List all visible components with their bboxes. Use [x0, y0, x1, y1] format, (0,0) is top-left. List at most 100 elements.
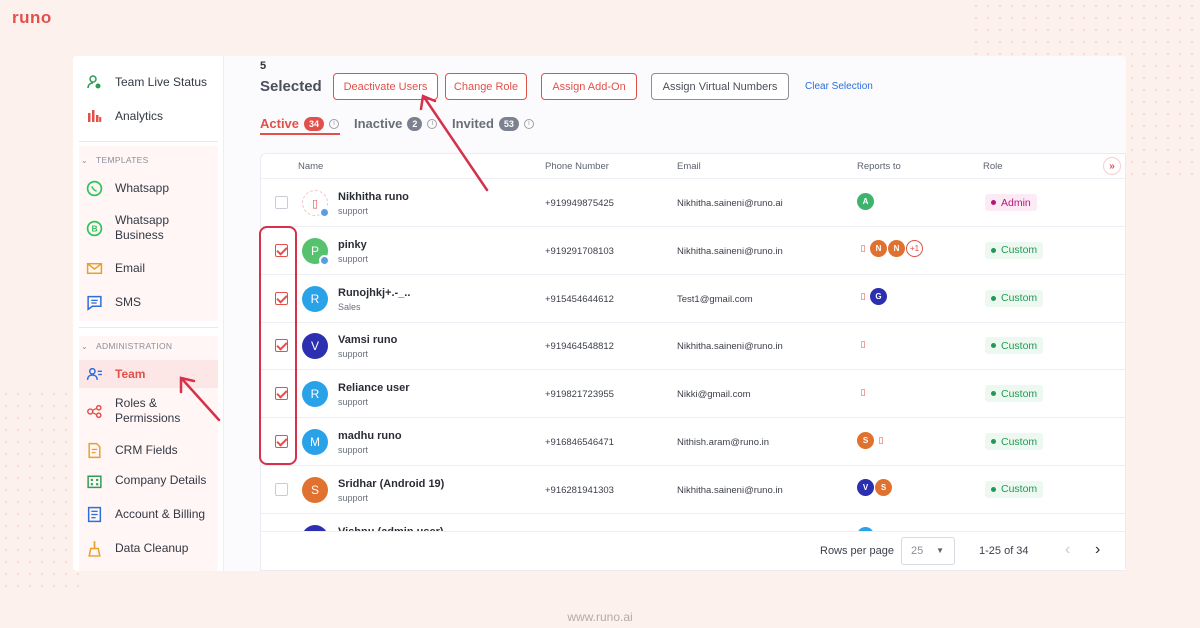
user-name[interactable]: Nikhitha runo: [338, 191, 409, 203]
role-label: Custom: [1001, 339, 1038, 352]
expand-columns-icon[interactable]: »: [1103, 157, 1121, 175]
row-checkbox[interactable]: [275, 482, 288, 496]
user-email: Nikhitha.saineni@runo.in: [677, 245, 783, 257]
row-checkbox[interactable]: [275, 291, 288, 305]
user-phone: +919464548812: [545, 341, 614, 353]
column-header-phone[interactable]: Phone Number: [545, 161, 609, 172]
table-row[interactable]: V Vamsi runo support +919464548812 Nikhitha.…: [261, 322, 1125, 371]
sidebar-item-team-live-status[interactable]: Team Live Status: [79, 70, 218, 94]
status-dot: [991, 295, 996, 301]
sidebar-item-company-details[interactable]: Company Details: [79, 468, 218, 492]
sidebar-item-whatsapp[interactable]: Whatsapp: [79, 176, 218, 200]
main-content: 5 Selected Deactivate Users Change Role …: [224, 56, 1126, 571]
info-icon: i: [427, 118, 438, 129]
table-row[interactable]: Vishnu (admin user): [261, 514, 1125, 531]
reports-to-avatars: A: [857, 191, 875, 211]
table-row[interactable]: R Reliance user support +919821723955 Nikki@…: [261, 370, 1125, 419]
sidebar-item-team[interactable]: Team: [79, 360, 218, 388]
sidebar-item-label: Roles & Permissions: [115, 396, 181, 425]
sidebar-item-analytics[interactable]: Analytics: [79, 104, 218, 128]
bar-chart-icon: [85, 107, 103, 125]
row-checkbox[interactable]: [275, 339, 288, 353]
role-badge: Custom: [985, 241, 1044, 259]
role-badge: Custom: [985, 385, 1044, 403]
user-email: Nikhitha.saineni@runo.ai: [677, 198, 783, 209]
sidebar-item-data-cleanup[interactable]: Data Cleanup: [79, 536, 218, 560]
users-table: Name Phone Number Email Reports to Role …: [260, 153, 1126, 571]
role-label: Custom: [1001, 292, 1038, 305]
sidebar-item-roles-permissions[interactable]: Roles & Permissions: [79, 394, 218, 428]
chevron-down-icon: ▼: [936, 546, 944, 555]
clear-selection-link[interactable]: Clear Selection: [805, 81, 873, 92]
status-dot: [991, 439, 996, 444]
assign-addon-button[interactable]: Assign Add-On: [541, 73, 637, 100]
assign-virtual-numbers-button[interactable]: Assign Virtual Numbers: [651, 73, 789, 100]
user-name[interactable]: Reliance user: [338, 382, 410, 394]
sidebar-section-label: ADMINISTRATION: [96, 341, 173, 351]
sidebar-section-header[interactable]: ⌄ TEMPLATES: [81, 155, 149, 165]
table-row[interactable]: Mmadhu runo support +916846546471 Nithish.a…: [261, 418, 1125, 466]
table-row[interactable]: Ppinky support +919291708103 Nikhitha.saine…: [261, 227, 1125, 275]
next-page-button[interactable]: ›: [1095, 541, 1100, 559]
sidebar-item-whatsapp-business[interactable]: B Whatsapp Business: [79, 211, 218, 245]
sidebar-item-email[interactable]: Email: [79, 256, 218, 280]
info-icon: i: [329, 118, 340, 129]
user-phone: +919949875425: [545, 198, 614, 209]
column-header-email[interactable]: Email: [677, 161, 701, 172]
status-dot: [991, 391, 996, 397]
user-live-icon: [85, 73, 103, 91]
user-name[interactable]: Runojhkj+.-_..: [338, 287, 410, 299]
sidebar-item-sms[interactable]: SMS: [79, 290, 218, 314]
table-row[interactable]: ▯ Nikhitha runo support +919949875425 Nikhit…: [261, 179, 1125, 227]
table-row[interactable]: R Runojhkj+.-_.. Sales +915454644612 Test1@g…: [261, 275, 1125, 323]
tab-active[interactable]: Active 34 i: [260, 116, 340, 131]
row-checkbox[interactable]: [275, 243, 288, 257]
manager-avatar: S: [875, 479, 892, 497]
user-email: Test1@gmail.com: [677, 293, 753, 305]
sidebar-item-label: Whatsapp: [115, 180, 170, 195]
row-checkbox[interactable]: [275, 387, 288, 401]
user-team: Sales: [338, 301, 361, 312]
team-icon: [85, 365, 103, 383]
row-checkbox[interactable]: [275, 196, 288, 209]
sidebar-item-account-billing[interactable]: Account & Billing: [79, 502, 218, 526]
sidebar-item-label: Whatsapp Business: [115, 213, 170, 242]
column-header-role[interactable]: Role: [983, 161, 1003, 172]
status-dot: [991, 343, 996, 349]
manager-avatar: G: [870, 288, 887, 306]
user-name[interactable]: Sridhar (Android 19): [338, 478, 444, 490]
table-body: ▯ Nikhitha runo support +919949875425 Nikhit…: [261, 179, 1125, 531]
decor-dots: [0, 388, 80, 588]
brand-logo: runo: [12, 8, 52, 27]
tab-count-badge: 53: [498, 116, 519, 131]
sidebar-item-crm-fields[interactable]: CRM Fields: [79, 438, 218, 462]
pagination-range: 1-25 of 34: [979, 545, 1029, 557]
reports-to-avatars: S ▯: [857, 430, 888, 450]
rows-per-page-select[interactable]: 25 ▼: [901, 537, 955, 565]
deactivate-users-button[interactable]: Deactivate Users: [333, 73, 438, 100]
tab-invited[interactable]: Invited 53 i: [452, 116, 534, 131]
tab-inactive[interactable]: Inactive 2 i: [354, 116, 438, 131]
row-checkbox[interactable]: [275, 435, 288, 448]
sidebar-section-header[interactable]: ⌄ ADMINISTRATION: [81, 341, 172, 351]
user-name[interactable]: madhu runo: [338, 430, 402, 442]
prev-page-button[interactable]: ‹: [1065, 541, 1070, 559]
sidebar-item-label: SMS: [115, 294, 142, 309]
column-header-name[interactable]: Name: [298, 161, 323, 172]
app-window: Team Live Status Analytics ⌄ TEMPLATES Whats…: [73, 56, 1126, 571]
change-role-button[interactable]: Change Role: [445, 73, 527, 100]
whatsapp-business-icon: B: [85, 219, 103, 237]
user-email: Nikhitha.saineni@runo.in: [677, 484, 783, 496]
table-row[interactable]: S Sridhar (Android 19) support +91628194130…: [261, 466, 1125, 514]
role-badge: Custom: [985, 433, 1044, 450]
user-name[interactable]: pinky: [338, 239, 367, 251]
manager-avatar: N: [870, 240, 887, 258]
user-name[interactable]: Vamsi runo: [338, 334, 397, 346]
crm-fields-icon: [85, 441, 103, 459]
user-team: support: [338, 349, 369, 360]
sidebar-item-label: Account & Billing: [115, 506, 206, 521]
user-email: Nikki@gmail.com: [677, 389, 751, 401]
column-header-reports-to[interactable]: Reports to: [857, 161, 901, 172]
active-tab-indicator: [260, 133, 340, 135]
role-badge: Admin: [985, 194, 1037, 211]
